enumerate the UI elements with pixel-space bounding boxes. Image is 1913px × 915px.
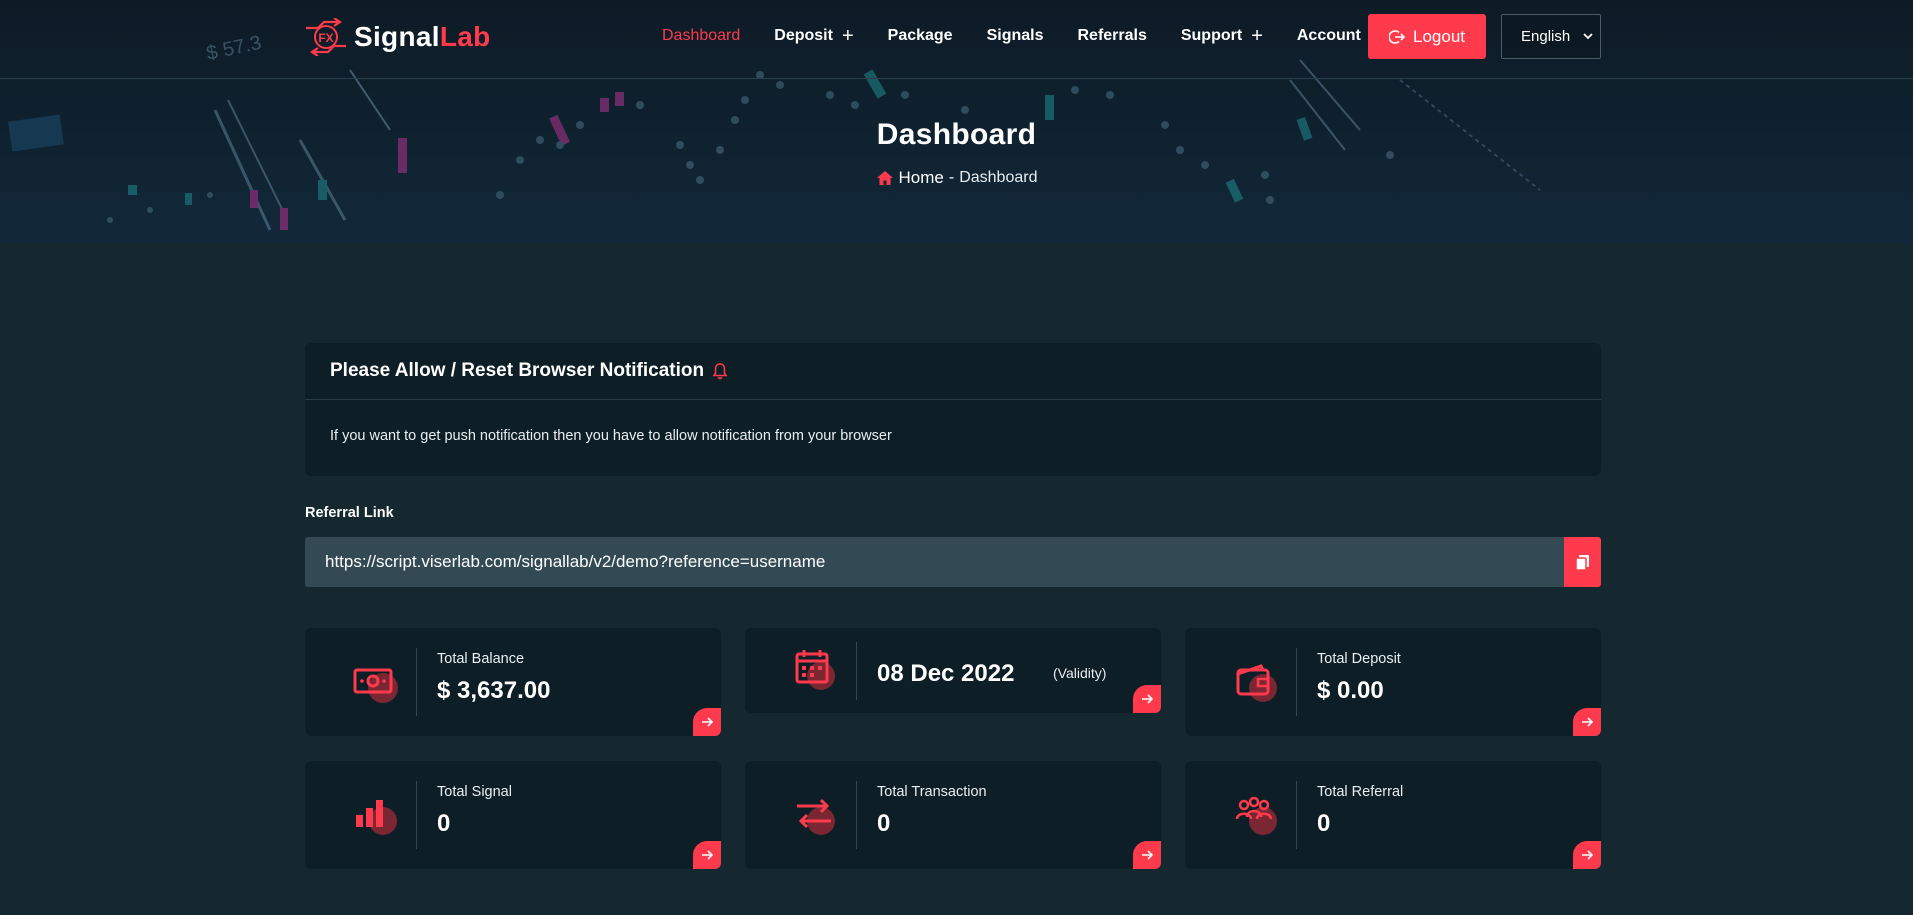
copy-referral-button[interactable] [1564, 537, 1601, 587]
users-icon [1235, 796, 1277, 835]
stat-divider [1296, 781, 1297, 849]
main-nav: Dashboard Deposit + Package Signals Refe… [662, 24, 1416, 48]
language-select[interactable]: English [1501, 14, 1601, 59]
plus-icon: + [841, 25, 854, 47]
wallet-icon [1236, 664, 1277, 702]
total-transaction-label: Total Transaction [877, 784, 987, 800]
logo-text: SignalLab [354, 21, 491, 53]
total-referral-label: Total Referral [1317, 784, 1404, 800]
notification-title: Please Allow / Reset Browser Notificatio… [330, 360, 705, 381]
total-referral-link[interactable] [1573, 841, 1601, 869]
stat-divider [416, 648, 417, 716]
nav-label: Referrals [1077, 27, 1147, 44]
nav-item-signals[interactable]: Signals [987, 27, 1044, 45]
validity-date: 08 Dec 2022 [877, 660, 1015, 687]
nav-item-dashboard[interactable]: Dashboard [662, 27, 740, 45]
notification-header: Please Allow / Reset Browser Notificatio… [305, 343, 1601, 400]
total-deposit-value: $ 0.00 [1317, 677, 1384, 704]
logout-icon [1389, 29, 1405, 44]
nav-label: Support [1180, 27, 1243, 44]
total-balance-link[interactable] [693, 708, 721, 736]
home-icon [876, 171, 893, 185]
referral-link-label: Referral Link [305, 505, 394, 521]
total-signal-link[interactable] [693, 841, 721, 869]
stat-divider [856, 781, 857, 849]
arrow-right-icon [1582, 717, 1593, 727]
total-balance-label: Total Balance [437, 651, 525, 667]
total-referral-card: Total Referral 0 [1185, 761, 1601, 869]
logo-badge-text: FX [318, 31, 333, 45]
arrow-right-icon [702, 717, 713, 727]
stat-divider [856, 642, 857, 700]
total-deposit-label: Total Deposit [1317, 651, 1401, 667]
nav-item-package[interactable]: Package [888, 27, 953, 45]
logout-label: Logout [1413, 26, 1465, 46]
referral-link-input[interactable] [305, 537, 1564, 587]
total-signal-label: Total Signal [437, 784, 512, 800]
breadcrumb-home-link[interactable]: Home [899, 168, 944, 188]
arrow-right-icon [1582, 850, 1593, 860]
nav-item-referrals[interactable]: Referrals [1077, 27, 1146, 45]
validity-link[interactable] [1133, 685, 1161, 713]
nav-label: Dashboard [662, 27, 741, 44]
total-deposit-card: Total Deposit $ 0.00 [1185, 628, 1601, 736]
stat-divider [416, 781, 417, 849]
nav-item-deposit[interactable]: Deposit + [774, 26, 853, 46]
stat-divider [1296, 648, 1297, 716]
notification-body: If you want to get push notification the… [330, 428, 892, 444]
chevron-down-icon [1583, 33, 1593, 40]
validity-note: (Validity) [1053, 665, 1107, 681]
total-signal-value: 0 [437, 810, 451, 837]
nav-label: Deposit [774, 27, 833, 44]
fx-logo-icon: FX [306, 18, 346, 56]
breadcrumb-current: Dashboard [959, 169, 1038, 186]
total-transaction-card: Total Transaction 0 [745, 761, 1161, 869]
nav-label: Account [1296, 27, 1361, 44]
hero-header: $ 57.3 FX SignalLab Dashboard Deposit + [0, 0, 1913, 243]
exchange-icon [797, 798, 835, 835]
total-balance-card: Total Balance $ 3,637.00 [305, 628, 721, 736]
calendar-icon [795, 650, 835, 690]
page-title: Dashboard [876, 118, 1037, 151]
notification-card: Please Allow / Reset Browser Notificatio… [305, 343, 1601, 476]
logo-text-lab: Lab [439, 21, 491, 52]
bell-icon[interactable] [712, 362, 728, 380]
bar-chart-icon [356, 800, 397, 835]
arrow-right-icon [702, 850, 713, 860]
logout-button[interactable]: Logout [1368, 14, 1486, 59]
total-deposit-link[interactable] [1573, 708, 1601, 736]
total-signal-card: Total Signal 0 [305, 761, 721, 869]
nav-item-support[interactable]: Support + [1181, 26, 1263, 46]
plus-icon: + [1251, 25, 1263, 47]
breadcrumb-separator: - [948, 169, 955, 186]
breadcrumb: Home - Dashboard [0, 168, 1913, 188]
arrow-right-icon [1142, 694, 1153, 704]
nav-label: Package [887, 27, 953, 44]
copy-icon [1575, 554, 1589, 571]
total-transaction-value: 0 [877, 810, 891, 837]
top-navbar: FX SignalLab Dashboard Deposit + Package… [0, 0, 1913, 79]
language-selected: English [1521, 28, 1571, 45]
arrow-right-icon [1142, 850, 1153, 860]
total-balance-value: $ 3,637.00 [437, 677, 551, 704]
validity-card: 08 Dec 2022 (Validity) [745, 628, 1161, 713]
cash-icon [353, 668, 398, 703]
nav-label: Signals [986, 27, 1044, 44]
site-logo[interactable]: FX SignalLab [304, 18, 491, 56]
logo-text-signal: Signal [354, 21, 440, 52]
total-transaction-link[interactable] [1133, 841, 1161, 869]
total-referral-value: 0 [1317, 810, 1331, 837]
